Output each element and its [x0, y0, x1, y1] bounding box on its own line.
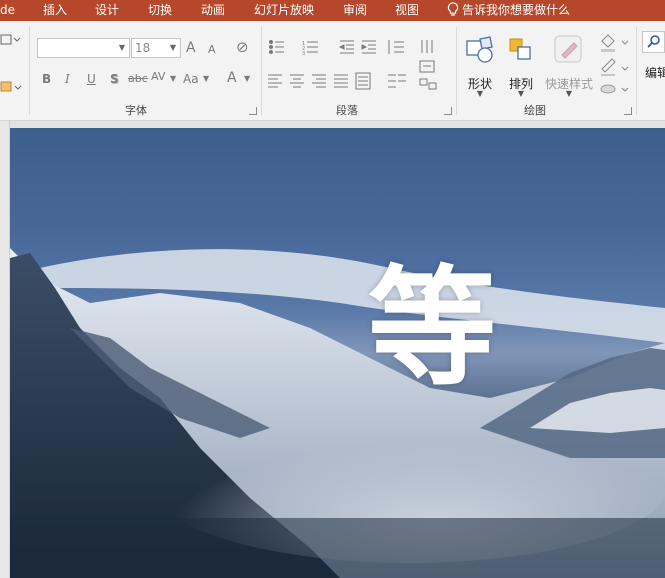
decrease-indent-icon — [338, 40, 354, 54]
chevron-down-icon — [621, 40, 629, 45]
mountain-background-image — [10, 248, 665, 578]
line-spacing-icon — [388, 40, 404, 54]
search-icon — [647, 35, 660, 48]
font-size-value: 18 — [135, 41, 151, 55]
chevron-down-icon: ▼ — [244, 74, 251, 83]
paragraph-dialog-launcher[interactable] — [444, 107, 452, 115]
section-icon[interactable] — [0, 79, 22, 93]
tab-design[interactable]: 设计 — [95, 0, 119, 21]
font-group-label: 字体 — [125, 104, 147, 117]
align-left-icon — [268, 74, 282, 88]
group-separator — [636, 27, 637, 115]
increase-indent-icon — [361, 40, 376, 54]
font-size-combo[interactable]: 18 ▼ — [131, 38, 181, 58]
clear-format-icon[interactable]: ⊘ — [236, 39, 249, 55]
group-separator — [456, 27, 457, 115]
chevron-down-icon: ▼ — [170, 74, 177, 83]
shapes-icon — [466, 36, 493, 63]
tell-me-text: 告诉我你想要做什么 — [462, 3, 571, 17]
shape-effects-icon — [600, 84, 616, 94]
tell-me-box[interactable]: 告诉我你想要做什么 — [447, 0, 570, 21]
align-right-icon — [312, 74, 326, 88]
font-name-combo[interactable]: ▼ — [37, 38, 130, 58]
lightbulb-icon — [447, 2, 459, 16]
tab-review[interactable]: 审阅 — [343, 0, 367, 21]
font-color-button[interactable]: A — [227, 70, 237, 86]
new-slide-icon[interactable] — [0, 31, 22, 45]
arrange-button[interactable]: 排列 ▼ — [502, 29, 540, 99]
tab-transitions[interactable]: 切换 — [148, 0, 172, 21]
distributed-icon — [355, 72, 371, 90]
chevron-down-icon: ▼ — [517, 89, 525, 98]
shape-format-buttons — [600, 34, 629, 94]
shapes-button[interactable]: 形状 ▼ — [461, 29, 499, 99]
smartart-icon — [419, 78, 437, 90]
paragraph-group-label: 段落 — [336, 104, 358, 117]
justify-icon — [334, 74, 348, 88]
text-shadow-button[interactable]: S — [110, 71, 119, 87]
drawing-group-label: 绘图 — [524, 104, 546, 117]
chevron-down-icon: ▼ — [565, 89, 573, 98]
group-separator — [29, 27, 30, 115]
align-center-icon — [290, 74, 304, 88]
arrange-icon — [509, 38, 531, 60]
shape-outline-icon — [601, 58, 616, 76]
italic-button[interactable]: I — [65, 71, 70, 87]
shape-fill-icon — [601, 34, 615, 52]
change-case-button[interactable]: Aa — [183, 71, 199, 87]
bold-button[interactable]: B — [42, 71, 51, 87]
find-button[interactable] — [642, 31, 665, 53]
bullets-icon — [269, 40, 284, 54]
tab-slideshow[interactable]: 幻灯片放映 — [254, 0, 314, 21]
tab-view[interactable]: 视图 — [395, 0, 419, 21]
text-direction-icon — [421, 40, 433, 53]
ribbon-tab-bar: de 插入 设计 切换 动画 幻灯片放映 审阅 视图 告诉我你想要做什么 — [0, 0, 665, 21]
drawing-dialog-launcher[interactable] — [624, 107, 632, 115]
chevron-down-icon: ▼ — [169, 43, 176, 52]
numbering-icon: 123 — [302, 41, 318, 57]
paragraph-buttons: 123 — [268, 40, 437, 90]
shrink-font-button[interactable]: A — [208, 42, 216, 58]
tab-insert[interactable]: 插入 — [43, 0, 67, 21]
chevron-down-icon: ▼ — [118, 43, 125, 52]
chevron-down-icon: ▼ — [203, 74, 210, 83]
chevron-down-icon — [621, 87, 629, 92]
slide-canvas[interactable]: 等 — [10, 128, 665, 578]
tab-file-cut[interactable]: de — [0, 0, 15, 21]
group-separator — [261, 27, 262, 115]
thumbnail-pane-edge[interactable] — [0, 121, 10, 578]
quick-styles-icon — [554, 35, 582, 63]
chevron-down-icon — [621, 66, 629, 71]
columns-icon — [388, 74, 406, 88]
chevron-down-icon: ▼ — [476, 89, 484, 98]
font-dialog-launcher[interactable] — [249, 107, 257, 115]
grow-font-button[interactable]: A — [186, 40, 196, 56]
svg-text:3: 3 — [302, 51, 305, 57]
ribbon: ▼ 18 ▼ A A ⊘ B I U S abc AV ▼ Aa ▼ A ▼ 字… — [0, 21, 665, 121]
quick-styles-button[interactable]: 快速样式 ▼ — [542, 29, 596, 99]
tab-animations[interactable]: 动画 — [201, 0, 225, 21]
char-spacing-button[interactable]: AV — [151, 69, 165, 85]
editing-label: 编辑 — [645, 66, 665, 80]
strikethrough-button[interactable]: abc — [128, 71, 148, 87]
align-text-icon — [419, 60, 435, 73]
slide-title-text[interactable]: 等 — [368, 264, 496, 392]
underline-button[interactable]: U — [87, 71, 96, 87]
